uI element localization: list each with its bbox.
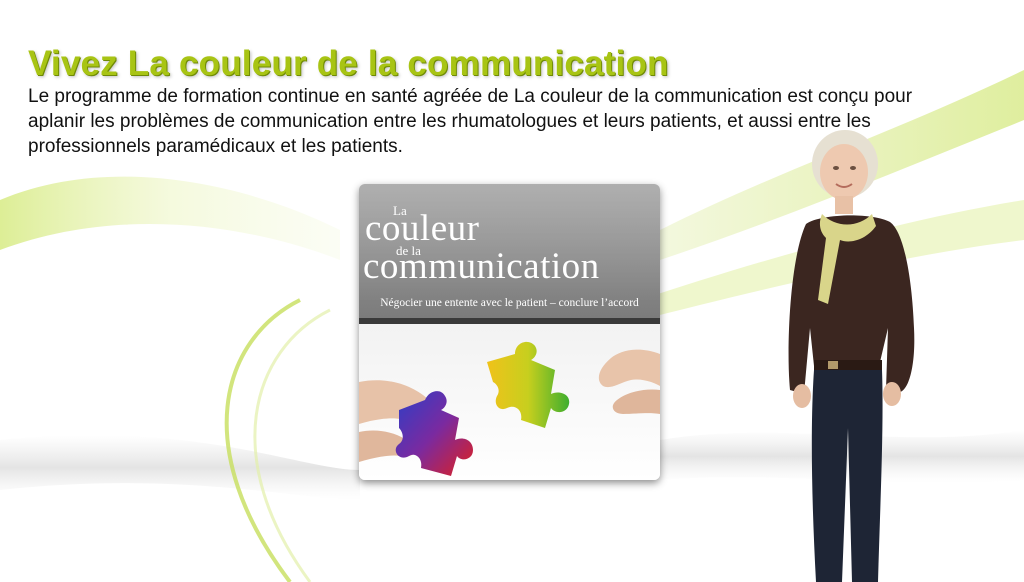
cover-word-communication: communication <box>363 246 600 287</box>
puzzle-hands-illustration <box>359 324 660 480</box>
page-title: Vivez La couleur de la communication <box>28 44 669 83</box>
cover-tagline: Négocier une entente avec le patient – c… <box>380 297 639 309</box>
woman-photo <box>788 130 915 582</box>
cover-word-couleur: couleur <box>365 208 480 249</box>
program-cover-image[interactable]: La couleur de la communication Négocier … <box>359 184 660 480</box>
cover-title-area: La couleur de la communication Négocier … <box>359 184 660 318</box>
